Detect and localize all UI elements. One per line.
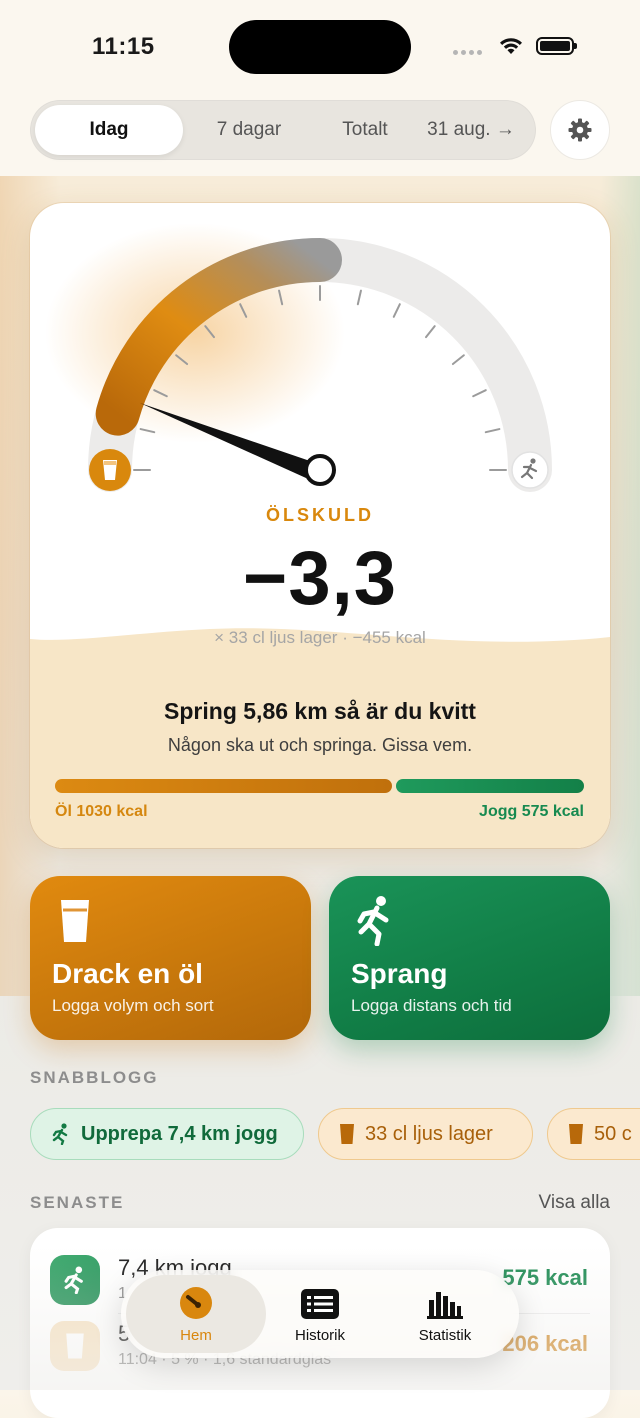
battery-icon (536, 37, 577, 55)
jog-kcal-label: Jogg 575 kcal (479, 803, 584, 820)
period-segmented-control: Idag 7 dagar Totalt 31 aug. → (30, 100, 536, 160)
log-beer-subtitle: Logga volym och sort (52, 996, 214, 1015)
quicklog-chip-50cl[interactable]: 50 c (547, 1108, 640, 1160)
tab-label: Statistik (418, 1327, 472, 1344)
quicklog-chip-repeat-jog[interactable]: Upprepa 7,4 km jogg (30, 1108, 304, 1160)
segment-date[interactable]: 31 aug. → (415, 100, 527, 160)
segment-total[interactable]: Totalt (310, 100, 420, 160)
bar-chart-icon (427, 1292, 463, 1319)
beer-kcal-label: Öl 1030 kcal (55, 803, 148, 820)
beer-end-icon (89, 449, 131, 491)
debt-label: ÖLSKULD (266, 505, 374, 525)
debt-subtitle: × 33 cl ljus lager · −455 kcal (214, 628, 426, 647)
debt-value: −3,3 (242, 536, 398, 621)
segment-today[interactable]: Idag (35, 105, 183, 155)
beer-glass-icon (569, 1124, 583, 1144)
gear-icon (568, 118, 592, 142)
settings-button[interactable] (550, 100, 610, 160)
beer-glass-icon (340, 1124, 354, 1144)
quicklog-chip-label: 33 cl ljus lager (365, 1122, 493, 1145)
see-all-link[interactable]: Visa alla (500, 1192, 610, 1214)
quicklog-chip-label: Upprepa 7,4 km jogg (81, 1122, 278, 1145)
wifi-icon (500, 38, 522, 54)
run-end-icon (511, 451, 549, 489)
beer-glass-icon (61, 900, 89, 942)
gauge-icon (180, 1287, 212, 1319)
gauge-tick (424, 325, 436, 339)
log-run-button[interactable]: Sprang Logga distans och tid (329, 876, 610, 1040)
recent-heading: SENASTE (30, 1193, 125, 1212)
gauge-tick (472, 389, 487, 398)
dynamic-island (229, 20, 411, 74)
tab-label: Hem (180, 1327, 212, 1344)
jog-kcal-bar (396, 779, 584, 793)
quicklog-chip-label: 50 c (594, 1122, 632, 1145)
gauge-tick (356, 289, 362, 306)
payoff-title: Spring 5,86 km så är du kvitt (164, 698, 476, 724)
gauge-needle-hub (304, 454, 336, 486)
cellular-signal-icon (453, 50, 482, 55)
log-beer-button[interactable]: Drack en öl Logga volym och sort (30, 876, 311, 1040)
gauge-tick (484, 428, 501, 434)
log-run-title: Sprang (351, 958, 448, 989)
running-icon (357, 896, 389, 946)
list-icon (301, 1289, 339, 1319)
recent-item-kcal: 206 kcal (502, 1331, 588, 1356)
log-beer-title: Drack en öl (52, 958, 203, 989)
beer-kcal-bar (55, 779, 392, 793)
beer-glass-icon (50, 1321, 100, 1371)
segment-7-days[interactable]: 7 dagar (190, 100, 308, 160)
running-icon (50, 1255, 100, 1305)
recent-item-kcal: 575 kcal (502, 1265, 588, 1290)
tab-bar: Hem Historik Statistik (121, 1270, 519, 1358)
gauge-tick (392, 303, 401, 318)
tab-history[interactable]: Historik (265, 1270, 375, 1358)
tab-statistics[interactable]: Statistik (390, 1270, 500, 1358)
tab-home[interactable]: Hem (141, 1270, 251, 1358)
status-time: 11:15 (92, 33, 155, 60)
log-run-subtitle: Logga distans och tid (351, 996, 512, 1015)
running-icon (52, 1123, 68, 1145)
gauge-tick (451, 354, 465, 366)
tab-label: Historik (294, 1327, 345, 1344)
quicklog-heading: SNABBLOGG (30, 1068, 159, 1087)
payoff-subtitle: Någon ska ut och springa. Gissa vem. (167, 735, 473, 755)
quicklog-chip-lager[interactable]: 33 cl ljus lager (318, 1108, 533, 1160)
